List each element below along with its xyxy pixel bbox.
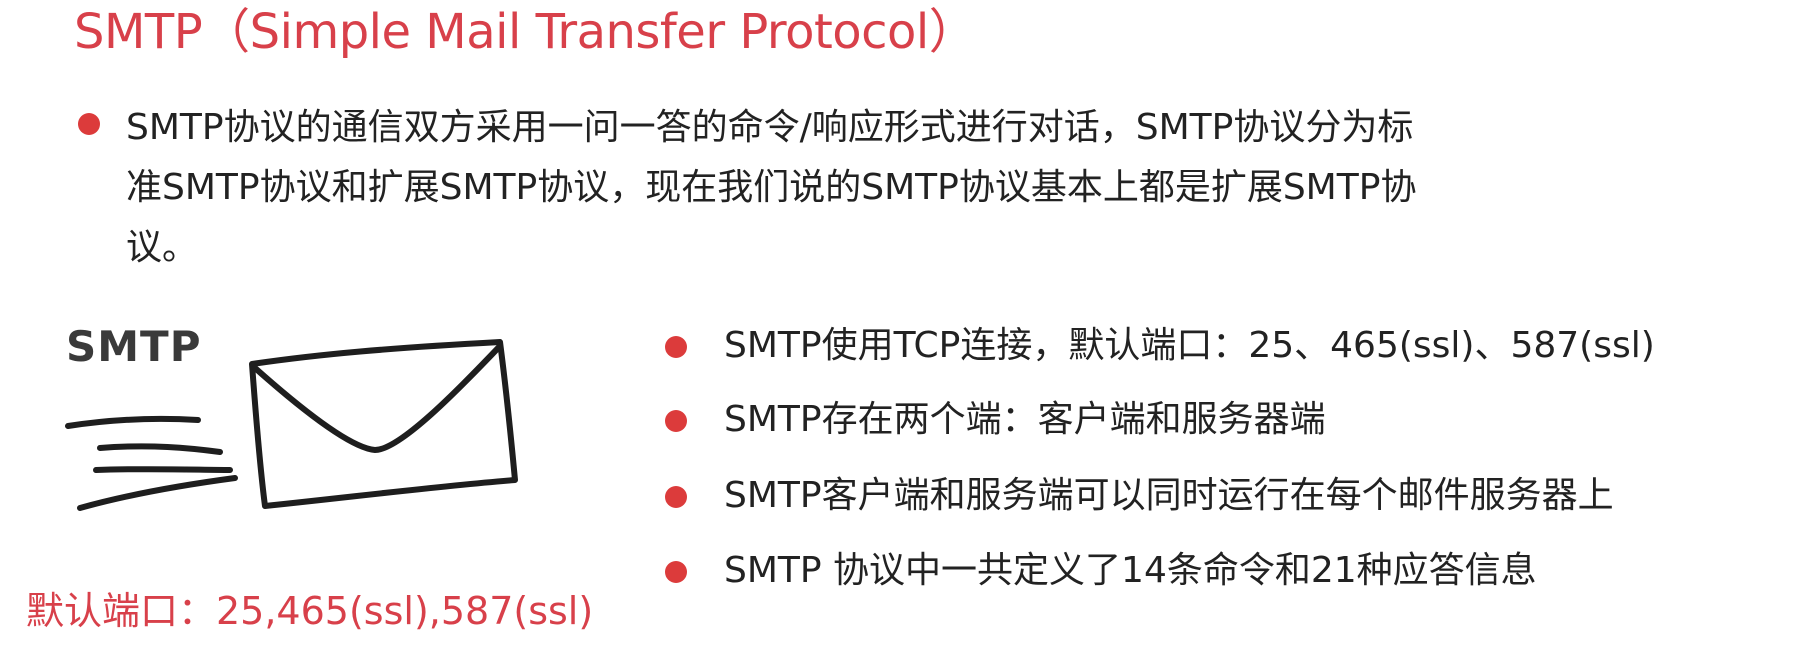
intro-line: SMTP协议的通信双方采用一问一答的命令/响应形式进行对话，SMTP协议分为标 [126,107,1414,148]
intro-line: 议。 [126,227,199,268]
bullet-dot [78,113,100,135]
slide-title: SMTP（Simple Mail Transfer Protocol） [74,4,977,60]
intro-paragraph: SMTP协议的通信双方采用一问一答的命令/响应形式进行对话，SMTP协议分为标 … [126,98,1656,278]
default-port-note: 默认端口：25,465(ssl),587(ssl) [26,589,594,633]
list-item: SMTP客户端和服务端可以同时运行在每个邮件服务器上 [724,475,1614,516]
bullet-dot [665,410,687,432]
list-item: SMTP使用TCP连接，默认端口：25、465(ssl)、587(ssl) [724,325,1655,366]
bullet-dot [665,561,687,583]
list-item: SMTP存在两个端：客户端和服务器端 [724,399,1326,440]
illustration-label: SMTP [66,322,202,371]
intro-line: 准SMTP协议和扩展SMTP协议，现在我们说的SMTP协议基本上都是扩展SMTP… [126,167,1417,208]
bullet-dot [665,336,687,358]
bullet-dot [665,486,687,508]
list-item: SMTP 协议中一共定义了14条命令和21种应答信息 [724,550,1537,591]
